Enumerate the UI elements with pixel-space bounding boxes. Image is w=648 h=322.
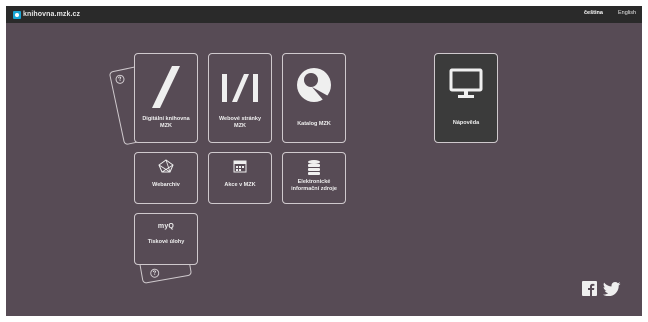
tile-events[interactable]: Akce v MZK <box>208 152 272 204</box>
site-name: knihovna.mzk.cz <box>23 11 81 18</box>
catalog-search-icon <box>297 68 331 102</box>
monitor-icon <box>449 68 483 98</box>
facebook-link[interactable] <box>582 281 597 296</box>
twitter-icon <box>603 282 621 296</box>
twitter-link[interactable] <box>603 282 621 296</box>
tile-label: Tiskové úlohy <box>147 239 185 245</box>
tile-label: Digitální knihovna MZK <box>142 116 190 129</box>
language-czech-link[interactable]: čeština <box>584 10 603 16</box>
tile-electronic-resources[interactable]: Elektronické informační zdroje <box>282 152 346 204</box>
calendar-icon <box>233 160 247 173</box>
tile-catalog[interactable]: Katalog MZK <box>282 53 346 143</box>
question-mark-icon: ? <box>114 73 126 85</box>
myq-logo: myQ <box>157 223 175 230</box>
library-logo-icon <box>13 10 21 19</box>
database-icon <box>308 160 320 175</box>
tile-digital-library[interactable]: Digitální knihovna MZK <box>134 53 198 143</box>
facebook-icon <box>582 281 597 296</box>
language-english-link[interactable]: English <box>618 10 636 16</box>
webarchive-icon <box>158 159 174 173</box>
tile-label: Elektronické informační zdroje <box>291 179 337 192</box>
page-frame: knihovna.mzk.cz čeština English ? Digitá… <box>6 6 642 316</box>
tile-webarchive[interactable]: Webarchiv <box>134 152 198 204</box>
tile-help[interactable]: Nápověda <box>434 53 498 143</box>
top-bar: knihovna.mzk.cz čeština English <box>6 6 642 23</box>
mzk-logo-icon <box>222 74 258 102</box>
question-mark-icon: ? <box>149 268 160 279</box>
tile-label: Webové stránky MZK <box>218 116 262 129</box>
tile-label: Webarchiv <box>152 182 180 188</box>
tile-print-jobs[interactable]: myQ Tiskové úlohy <box>134 213 198 265</box>
tile-label: Katalog MZK <box>297 121 331 127</box>
tile-label: Nápověda <box>452 120 480 126</box>
tile-websites[interactable]: Webové stránky MZK <box>208 53 272 143</box>
site-logo[interactable]: knihovna.mzk.cz <box>13 9 80 20</box>
slash-icon <box>152 66 180 108</box>
tile-label: Akce v MZK <box>224 182 256 188</box>
